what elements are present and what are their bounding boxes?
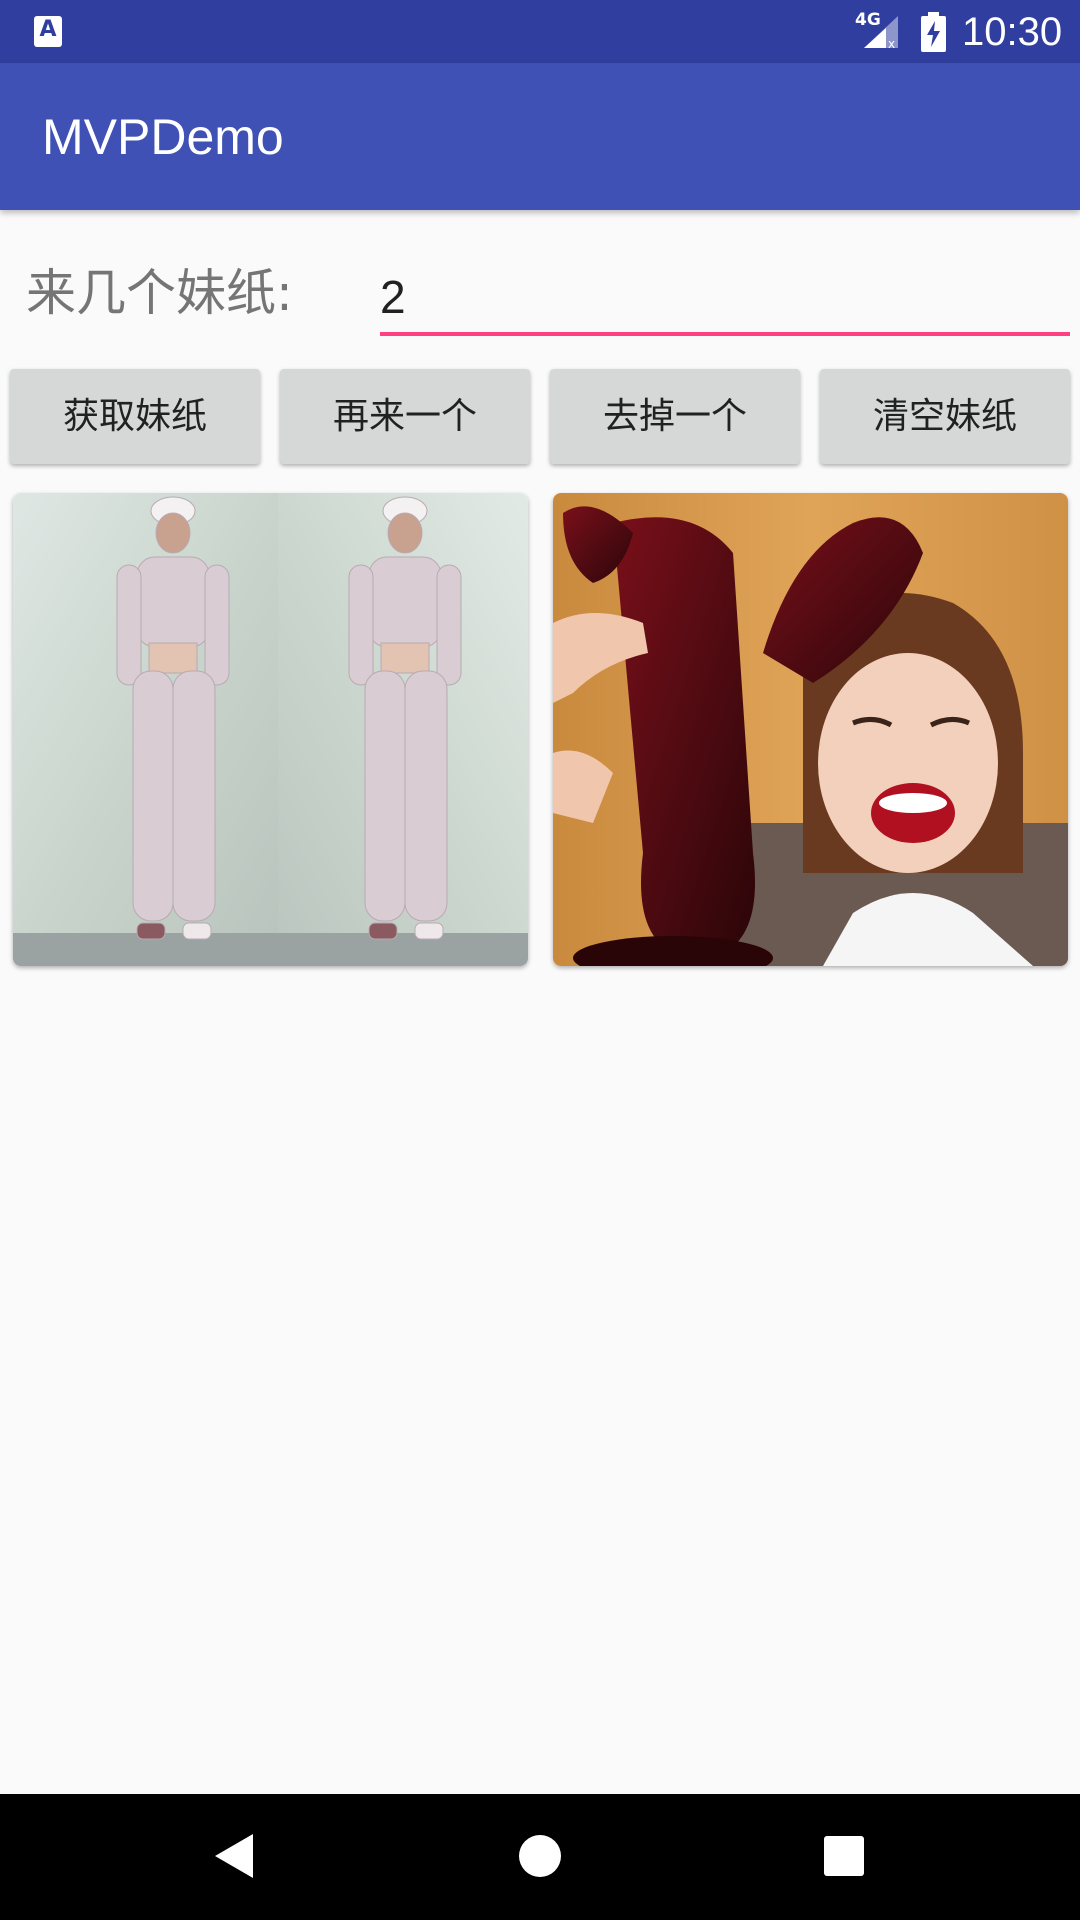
app-notification-icon: A — [34, 16, 62, 47]
remove-one-button[interactable]: 去掉一个 — [550, 369, 800, 464]
clear-girls-button[interactable]: 清空妹纸 — [820, 369, 1070, 464]
signal-icon: x — [864, 16, 898, 50]
gallery-photo-card[interactable] — [13, 493, 528, 966]
lobster-selfie-photo — [553, 493, 1068, 966]
get-girls-button[interactable]: 获取妹纸 — [10, 369, 260, 464]
app-bar: MVPDemo — [0, 63, 1080, 210]
add-one-button[interactable]: 再来一个 — [280, 369, 530, 464]
app-title: MVPDemo — [42, 109, 284, 165]
battery-charging-icon — [921, 12, 946, 52]
status-clock: 10:30 — [962, 10, 1063, 54]
svg-text:x: x — [888, 37, 895, 50]
back-icon[interactable] — [215, 1834, 253, 1878]
status-bar: A 4G x 10:30 — [0, 0, 1080, 63]
count-input[interactable] — [380, 262, 1070, 336]
count-label: 来几个妹纸: — [26, 264, 293, 322]
home-icon[interactable] — [519, 1835, 561, 1877]
recents-icon[interactable] — [824, 1836, 864, 1876]
fashion-photo — [13, 493, 528, 966]
gallery-photo-card[interactable] — [553, 493, 1068, 966]
navigation-bar — [0, 1794, 1080, 1920]
